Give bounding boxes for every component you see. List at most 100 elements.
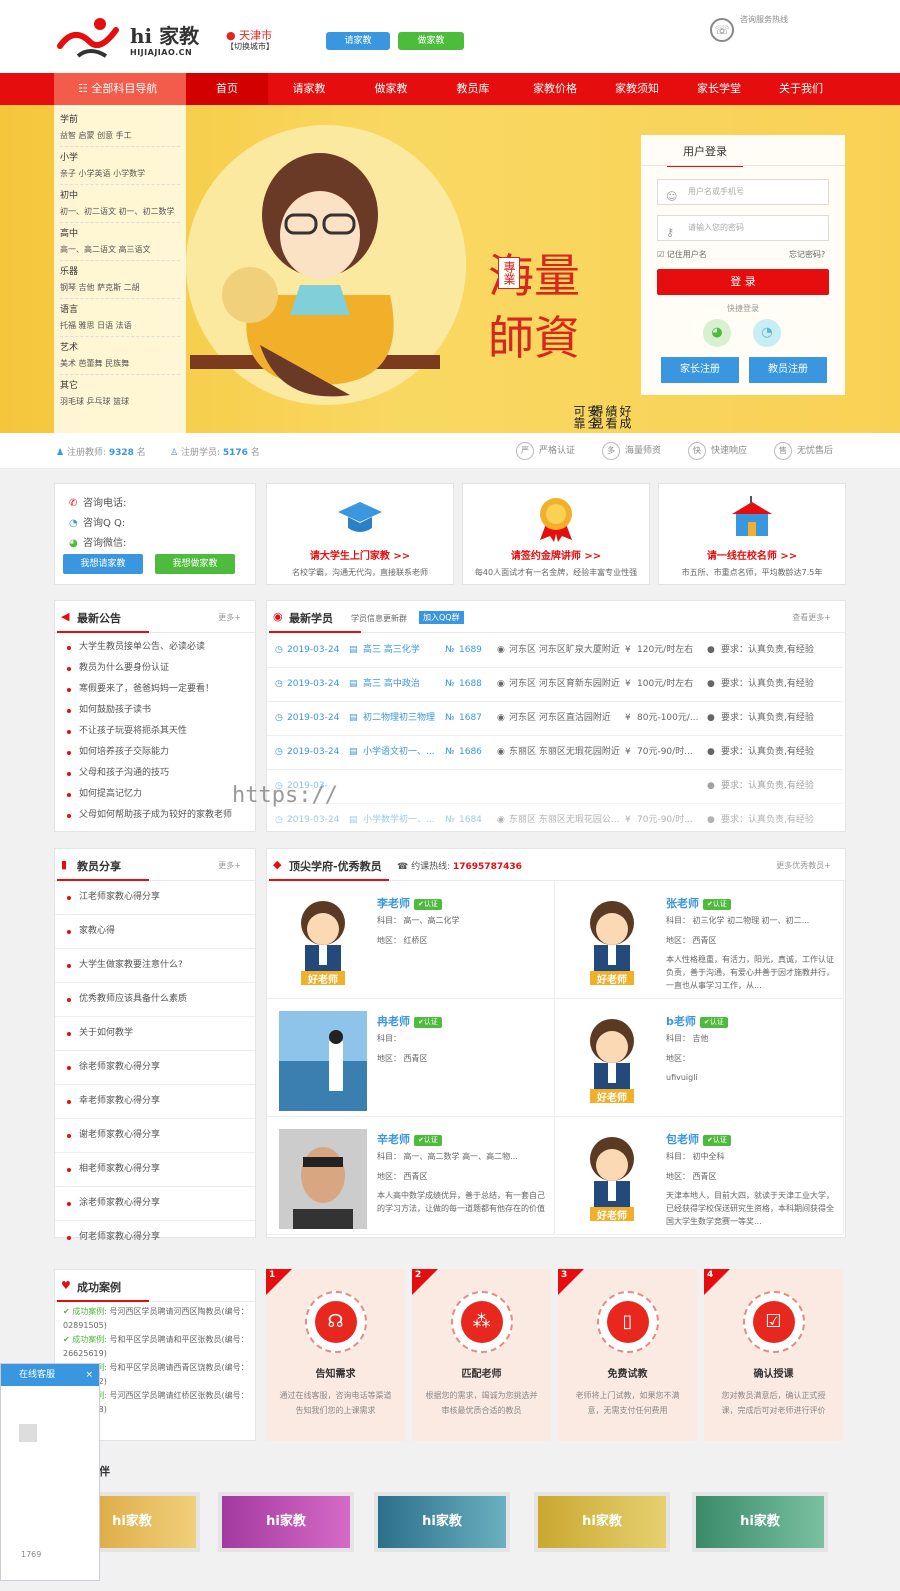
- teacher-avatar[interactable]: [279, 1129, 367, 1229]
- notice-item[interactable]: 如何提高记忆力: [55, 784, 255, 805]
- be-tutor-button[interactable]: 做家教: [398, 32, 464, 50]
- find-tutor-button[interactable]: 请家教: [326, 32, 390, 50]
- remember-checkbox[interactable]: ☑ 记住用户名: [657, 249, 707, 260]
- teacher-name[interactable]: 冉老师 ✔认证: [377, 1013, 442, 1029]
- close-icon[interactable]: ×: [85, 1364, 93, 1386]
- switch-city-link[interactable]: 【切换城市】: [226, 41, 274, 52]
- teacher-avatar[interactable]: 好老师: [279, 893, 367, 993]
- category-title[interactable]: 小学: [60, 150, 180, 163]
- category-items[interactable]: 益智 启蒙 创意 手工: [60, 130, 180, 147]
- teacher-card[interactable]: 辛老师 ✔认证 科目： 高一、高二数学 高一、高二物... 地区： 西青区 本人高中数学…: [267, 1117, 555, 1235]
- category-title[interactable]: 艺术: [60, 340, 180, 353]
- more-link[interactable]: 查看更多+: [792, 612, 831, 623]
- notice-item[interactable]: 如何培养孩子交际能力: [55, 742, 255, 763]
- logo-text[interactable]: hi 家教: [130, 20, 199, 49]
- category-title[interactable]: 其它: [60, 378, 180, 391]
- feature-gold-teacher[interactable]: 请签约金牌讲师 >> 每40人面试才有一名金牌，经验丰富专业性强: [462, 483, 650, 585]
- nav-item-find-tutor[interactable]: 请家教: [268, 73, 350, 105]
- category-items[interactable]: 羽毛球 乒乓球 篮球: [60, 396, 180, 412]
- more-link[interactable]: 更多+: [218, 860, 241, 871]
- category-title[interactable]: 乐器: [60, 264, 180, 277]
- teacher-card[interactable]: 冉老师 ✔认证 科目： 地区： 西青区: [267, 999, 555, 1117]
- share-item[interactable]: 江老师家教心得分享: [55, 881, 255, 915]
- nav-item-home[interactable]: 首页: [186, 73, 268, 105]
- find-tutor-button[interactable]: 我想请家教: [63, 554, 143, 574]
- forgot-password-link[interactable]: 忘记密码?: [789, 249, 825, 260]
- notice-item[interactable]: 如何鼓励孩子读书: [55, 700, 255, 721]
- nav-item-prices[interactable]: 家教价格: [514, 73, 596, 105]
- nav-item-about[interactable]: 关于我们: [760, 73, 842, 105]
- teacher-avatar[interactable]: [279, 1011, 367, 1111]
- category-items[interactable]: 亲子 小学英语 小学数学: [60, 168, 180, 185]
- teacher-name[interactable]: b老师 ✔认证: [666, 1013, 728, 1029]
- nav-item-notice[interactable]: 家教须知: [596, 73, 678, 105]
- category-title[interactable]: 学前: [60, 112, 180, 125]
- share-item[interactable]: 幸老师家教心得分享: [55, 1085, 255, 1119]
- partner-logo[interactable]: hi家教: [534, 1492, 670, 1552]
- teacher-name[interactable]: 包老师 ✔认证: [666, 1131, 731, 1147]
- category-items[interactable]: 钢琴 吉他 萨克斯 二胡: [60, 282, 180, 299]
- share-item[interactable]: 徐老师家教心得分享: [55, 1051, 255, 1085]
- student-row[interactable]: ◷ 2019-03- ● 要求：认真负责,有经验: [267, 770, 843, 804]
- category-title[interactable]: 初中: [60, 188, 180, 201]
- teacher-register-button[interactable]: 教员注册: [749, 357, 827, 383]
- case-item[interactable]: ✔ 成功案例: 号河西区学员聘请河西区陶教员(编号：02891505): [55, 1305, 255, 1333]
- nav-item-parents[interactable]: 家长学堂: [678, 73, 760, 105]
- partner-logo[interactable]: hi家教: [374, 1492, 510, 1552]
- share-item[interactable]: 关于如何教学: [55, 1017, 255, 1051]
- notice-item[interactable]: 不让孩子玩耍将扼杀其天性: [55, 721, 255, 742]
- category-items[interactable]: 托福 雅思 日语 法语: [60, 320, 180, 337]
- student-row[interactable]: ◷ 2019-03-24 ▤ 小学语文初一、... № 1686 ◉ 东丽区 东丽区无瑕花园附…: [267, 736, 843, 770]
- teacher-avatar[interactable]: 好老师: [568, 1011, 656, 1111]
- nav-item-teachers[interactable]: 教员库: [432, 73, 514, 105]
- student-row[interactable]: ◷ 2019-03-24 ▤ 初二物理初三物理 № 1687 ◉ 河东区 河东区直沽园附近 ¥8…: [267, 702, 843, 736]
- partner-logo[interactable]: hi家教: [692, 1492, 828, 1552]
- parent-register-button[interactable]: 家长注册: [661, 357, 739, 383]
- notice-item[interactable]: 父母和孩子沟通的技巧: [55, 763, 255, 784]
- category-items[interactable]: 高一、高二语文 高三语文: [60, 244, 180, 261]
- student-row[interactable]: ◷ 2019-03-24 ▤ 小学数学初一、... № 1684 ◉ 东丽区 东丽区无瑕花园公…: [267, 804, 843, 838]
- teacher-card[interactable]: 好老师 张老师 ✔认证 科目： 初三化学 初二物理 初一、初二... 地区： 西青区 本人…: [556, 881, 844, 999]
- category-items[interactable]: 美术 芭蕾舞 民族舞: [60, 358, 180, 375]
- student-row[interactable]: ◷ 2019-03-24 ▤ 高三 高三化学 № 1689 ◉ 河东区 河东区旷泉大厦附近 ¥1…: [267, 634, 843, 668]
- logo-icon[interactable]: [56, 16, 122, 60]
- share-item[interactable]: 涂老师家教心得分享: [55, 1187, 255, 1221]
- more-link[interactable]: 更多+: [218, 612, 241, 623]
- nav-item-be-tutor[interactable]: 做家教: [350, 73, 432, 105]
- share-item[interactable]: 相老师家教心得分享: [55, 1153, 255, 1187]
- wechat-login-icon[interactable]: ◕: [703, 319, 731, 347]
- more-link[interactable]: 更多优秀教员+: [776, 860, 831, 871]
- notice-item[interactable]: 寒假要来了，爸爸妈妈一定要看！: [55, 679, 255, 700]
- teacher-avatar[interactable]: 好老师: [568, 1129, 656, 1229]
- teacher-name[interactable]: 张老师 ✔认证: [666, 895, 731, 911]
- teacher-name[interactable]: 李老师 ✔认证: [377, 895, 442, 911]
- join-qq-group-button[interactable]: 加入QQ群: [419, 611, 464, 624]
- notice-item[interactable]: 大学生教员接单公告、必读必读: [55, 637, 255, 658]
- teacher-name[interactable]: 辛老师 ✔认证: [377, 1131, 442, 1147]
- share-item[interactable]: 谢老师家教心得分享: [55, 1119, 255, 1153]
- partner-logo[interactable]: hi家教: [218, 1492, 354, 1552]
- notice-item[interactable]: 父母如何帮助孩子成为较好的家教老师: [55, 805, 255, 826]
- category-title[interactable]: 语言: [60, 302, 180, 315]
- student-row[interactable]: ◷ 2019-03-24 ▤ 高三 高中政治 № 1688 ◉ 河东区 河东区育新东园附近 ¥1…: [267, 668, 843, 702]
- teacher-card[interactable]: 好老师 包老师 ✔认证 科目： 初中全科 地区： 西青区 天津本地人，目前大四，就读于天津…: [556, 1117, 844, 1235]
- qq-login-icon[interactable]: ◔: [753, 319, 781, 347]
- login-button[interactable]: 登 录: [657, 269, 829, 295]
- be-tutor-button[interactable]: 我想做家教: [155, 554, 235, 574]
- notice-item[interactable]: 教员为什么要身份认证: [55, 658, 255, 679]
- teacher-card[interactable]: 好老师 李老师 ✔认证 科目： 高一、高二化学 地区： 红桥区: [267, 881, 555, 999]
- username-input[interactable]: ☺ 用户名或手机号: [657, 179, 829, 205]
- all-subjects-nav[interactable]: ☷ 全部科目导航: [54, 73, 186, 105]
- share-item[interactable]: 何老师家教心得分享: [55, 1221, 255, 1254]
- password-input[interactable]: ⚷ 请输入您的密码: [657, 215, 829, 241]
- category-items[interactable]: 初一、初二语文 初一、初二数学: [60, 206, 180, 223]
- teacher-avatar[interactable]: 好老师: [568, 893, 656, 993]
- category-title[interactable]: 高中: [60, 226, 180, 239]
- feature-school-teacher[interactable]: 请一线在校名师 >> 市五所、市重点名师，平均教龄达7.5年: [658, 483, 846, 585]
- case-item[interactable]: ✔ 成功案例: 号和平区学员聘请和平区张教员(编号：26625619): [55, 1333, 255, 1361]
- teacher-card[interactable]: 好老师 b老师 ✔认证 科目： 吉他 地区： ufivuigli: [556, 999, 844, 1117]
- share-item[interactable]: 大学生做家教要注意什么?: [55, 949, 255, 983]
- feature-college-tutor[interactable]: 请大学生上门家教 >> 名校学霸，沟通无代沟，直接联系老师: [266, 483, 454, 585]
- share-item[interactable]: 优秀教师应该具备什么素质: [55, 983, 255, 1017]
- share-item[interactable]: 家教心得: [55, 915, 255, 949]
